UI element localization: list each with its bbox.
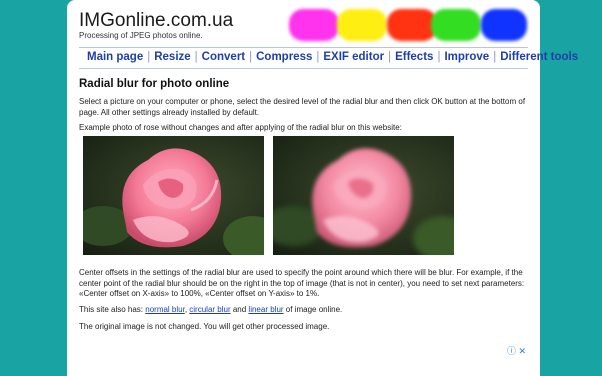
nav-separator: | (316, 51, 320, 63)
note-text: The original image is not changed. You w… (79, 322, 330, 331)
nav-separator: | (493, 51, 497, 63)
related-prefix: This site also has: (79, 305, 146, 314)
leaf-shape (223, 216, 264, 255)
ad-choices-icons[interactable]: ⓘ ✕ (507, 344, 526, 357)
site-title[interactable]: IMGonline.com.ua (79, 10, 233, 32)
nav-convert[interactable]: Convert (202, 51, 245, 63)
center-offsets-text: Center offsets in the settings of the ra… (79, 268, 525, 298)
nav-different-tools[interactable]: Different tools (500, 51, 578, 63)
nav-top-divider (79, 47, 528, 48)
nav-bottom-divider (79, 68, 528, 69)
related-suffix: of image online. (283, 305, 343, 314)
link-linear-blur[interactable]: linear blur (248, 305, 283, 314)
rose-image-blurred (312, 148, 412, 248)
related-and: and (230, 305, 249, 314)
nav-separator: | (437, 51, 441, 63)
leaf-shape (413, 216, 454, 255)
nav-separator: | (194, 51, 198, 63)
nav-effects[interactable]: Effects (395, 51, 433, 63)
example-photo-original (83, 136, 264, 255)
related-tools-text: This site also has: normal blur, circula… (79, 305, 531, 316)
rose-image (122, 148, 222, 248)
nav-separator: | (388, 51, 392, 63)
intro-text: Select a picture on your computer or pho… (79, 97, 526, 117)
color-blob-magenta (289, 9, 339, 41)
nav-separator: | (147, 51, 151, 63)
link-circular-blur[interactable]: circular blur (189, 305, 230, 314)
nav-improve[interactable]: Improve (444, 51, 489, 63)
color-blob-yellow (337, 9, 387, 41)
link-normal-blur[interactable]: normal blur (145, 305, 185, 314)
page-container: IMGonline.com.ua Processing of JPEG phot… (67, 0, 578, 376)
nav-compress[interactable]: Compress (256, 51, 312, 63)
example-caption: Example photo of rose without changes an… (79, 123, 402, 132)
page-title: Radial blur for photo online (79, 78, 230, 90)
nav-exif-editor[interactable]: EXIF editor (323, 51, 384, 63)
color-blob-green (431, 9, 481, 41)
main-nav: Main page | Resize | Convert | Compress | EXIF e… (87, 51, 578, 63)
nav-resize[interactable]: Resize (154, 51, 190, 63)
header-color-blobs (289, 6, 529, 46)
nav-separator: | (249, 51, 253, 63)
nav-main-page[interactable]: Main page (87, 51, 143, 63)
example-photo-blurred (273, 136, 454, 255)
color-blob-red (387, 9, 437, 41)
site-subtitle: Processing of JPEG photos online. (79, 31, 203, 40)
color-blob-blue (481, 9, 527, 41)
